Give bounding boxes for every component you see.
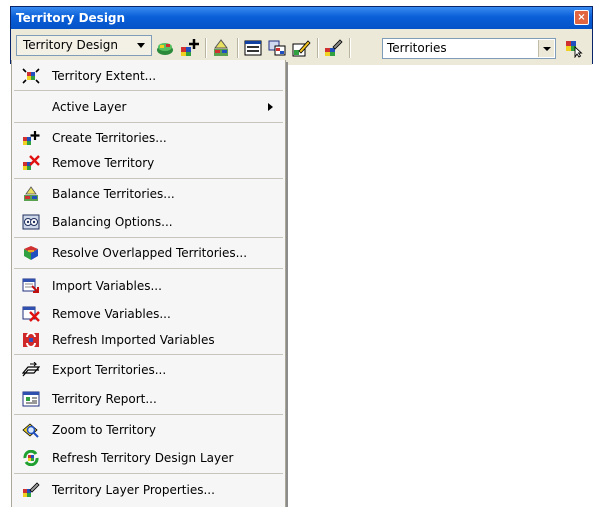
chevron-down-icon[interactable] [538,40,554,57]
close-icon[interactable]: × [574,10,589,25]
territory-report-icon[interactable] [243,38,263,58]
balance-territories-icon [24,186,38,201]
menu-item-export-territories[interactable]: Export Territories... [12,358,285,382]
territory-design-toolbar: Territory Design × Territory Design Terr… [10,6,593,65]
remove-variables-icon [22,306,40,322]
menu-item-label: Territory Layer Properties... [52,483,215,497]
menu-item-create-territories[interactable]: Create Territories... [12,126,285,150]
menu-separator [14,473,283,474]
menu-item-label: Create Territories... [52,131,167,145]
balance-tool-icon[interactable] [155,38,175,58]
export-territories-icon [22,362,40,377]
menu-item-label: Zoom to Territory [52,423,157,437]
menu-item-label: Export Territories... [52,363,167,377]
select-tool-icon[interactable] [564,38,584,58]
menu-item-label: Resolve Overlapped Territories... [52,246,248,260]
create-territories-icon[interactable] [179,38,199,58]
menu-item-remove-variables[interactable]: Remove Variables... [12,302,285,326]
menu-item-label: Balance Territories... [52,187,175,201]
refresh-variables-icon [23,332,39,348]
menu-separator [14,122,283,123]
create-territories-icon [23,131,40,145]
menu-separator [14,268,283,269]
active-layer-combo[interactable]: Territories [382,38,556,59]
menu-item-label: Remove Territory [52,156,155,170]
menu-separator [14,90,283,91]
menu-item-resolve-overlapped[interactable]: Resolve Overlapped Territories... [12,241,285,265]
menu-item-label: Import Variables... [52,279,162,293]
zoom-territory-icon [22,423,39,438]
import-variables-icon [22,278,39,293]
territory-design-menu-button[interactable]: Territory Design [16,35,152,56]
territory-design-dropdown-menu: Territory Extent... Active Layer Create … [11,60,288,507]
import-variables-icon[interactable] [267,38,287,58]
menu-item-territory-extent[interactable]: Territory Extent... [12,64,285,88]
menu-item-refresh-territory-design-layer[interactable]: Refresh Territory Design Layer [12,446,285,470]
menu-separator [14,178,283,179]
chevron-down-icon [137,43,145,48]
menu-item-territory-layer-properties[interactable]: Territory Layer Properties... [12,478,285,502]
menu-separator [14,414,283,415]
active-layer-value: Territories [387,41,447,55]
refresh-layer-icon [23,450,39,466]
territory-report-icon [22,391,40,407]
menu-separator [14,237,283,238]
chevron-right-icon [268,103,273,111]
balancing-options-icon [22,214,40,230]
menu-item-label: Refresh Imported Variables [52,333,215,347]
menu-item-balance-territories[interactable]: Balance Territories... [12,182,285,206]
toolbar-separator [205,38,207,58]
menu-item-label: Territory Extent... [52,69,157,83]
toolbar-separator [317,38,319,58]
menu-item-territory-report[interactable]: Territory Report... [12,387,285,411]
layer-properties-icon [23,482,40,497]
menu-item-label: Territory Report... [52,392,157,406]
menu-item-label: Balancing Options... [52,215,173,229]
toolbar-separator [237,38,239,58]
menu-item-active-layer[interactable]: Active Layer [12,95,285,119]
balance-territories-icon[interactable] [211,38,231,58]
menu-separator [14,354,283,355]
menu-item-label: Remove Variables... [52,307,171,321]
menu-item-label: Active Layer [52,100,127,114]
menu-item-import-variables[interactable]: Import Variables... [12,274,285,298]
territory-design-menu-label: Territory Design [23,38,118,52]
menu-item-refresh-imported-variables[interactable]: Refresh Imported Variables [12,328,285,352]
toolbar-title[interactable]: Territory Design [11,7,592,29]
menu-item-label: Refresh Territory Design Layer [52,451,234,465]
menu-item-remove-territory[interactable]: Remove Territory [12,151,285,175]
resolve-overlap-icon [24,246,38,260]
menu-item-balancing-options[interactable]: Balancing Options... [12,210,285,234]
menu-item-zoom-to-territory[interactable]: Zoom to Territory [12,418,285,442]
remove-territory-icon [23,155,40,170]
layer-properties-icon[interactable] [323,38,343,58]
toolbar-separator [349,38,351,58]
territory-extent-icon [22,68,40,84]
edit-territory-icon[interactable] [291,38,311,58]
